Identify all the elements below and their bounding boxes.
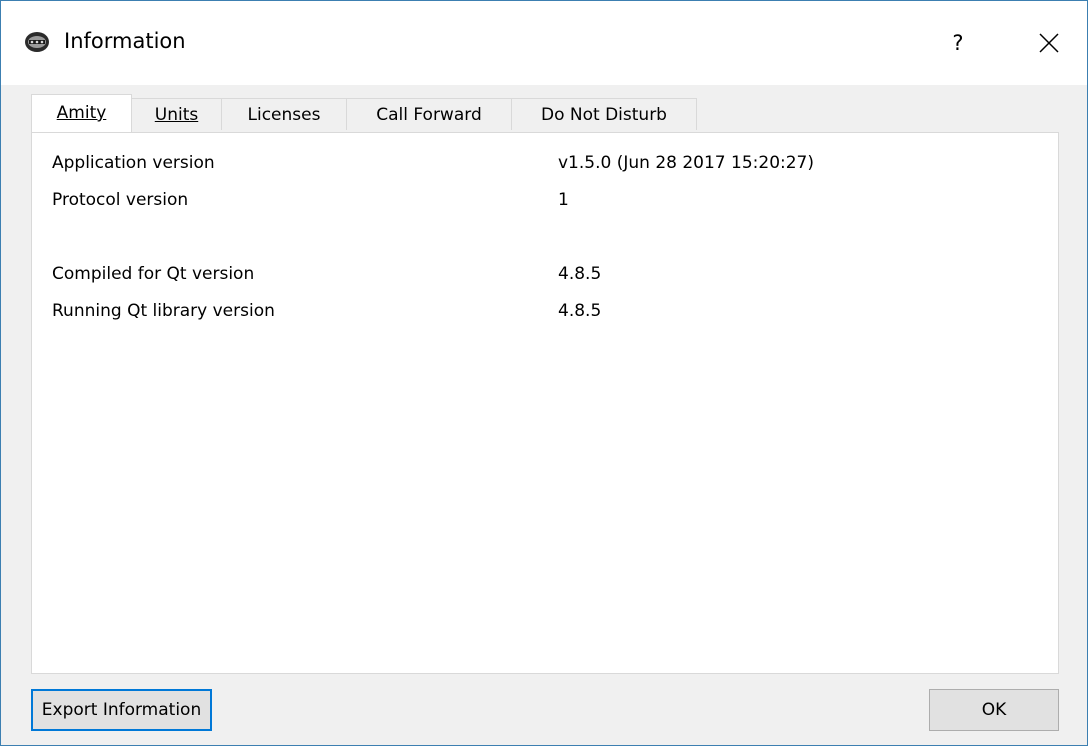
information-dialog: Information ? Amity Units Licenses Call … <box>0 0 1088 746</box>
tab-label: Units <box>154 105 199 125</box>
info-label: Protocol version <box>52 190 189 210</box>
tab-label: Call Forward <box>376 105 482 125</box>
amity-app-icon <box>25 32 49 52</box>
info-label: Compiled for Qt version <box>52 264 255 284</box>
info-value: 1 <box>558 190 569 210</box>
window-title: Information <box>64 29 186 53</box>
tab-label: Amity <box>56 103 107 123</box>
ok-button[interactable]: OK <box>929 689 1059 731</box>
tab-amity[interactable]: Amity <box>31 94 132 132</box>
tab-label: Licenses <box>247 105 321 125</box>
tab-panel-amity: Application version v1.5.0 (Jun 28 2017 … <box>31 132 1059 674</box>
info-label: Running Qt library version <box>52 301 275 321</box>
tab-label: Do Not Disturb <box>541 105 667 125</box>
export-information-button[interactable]: Export Information <box>31 689 212 731</box>
title-bar[interactable]: Information ? <box>1 1 1087 85</box>
close-icon[interactable] <box>1026 21 1070 65</box>
tab-units[interactable]: Units <box>131 98 222 130</box>
info-value: v1.5.0 (Jun 28 2017 15:20:27) <box>558 153 815 173</box>
tab-licenses[interactable]: Licenses <box>221 98 347 130</box>
tab-call-forward[interactable]: Call Forward <box>346 98 512 130</box>
tab-do-not-disturb[interactable]: Do Not Disturb <box>511 98 697 130</box>
info-value: 4.8.5 <box>558 301 602 321</box>
info-label: Application version <box>52 153 215 173</box>
info-value: 4.8.5 <box>558 264 602 284</box>
help-button[interactable]: ? <box>936 21 980 65</box>
